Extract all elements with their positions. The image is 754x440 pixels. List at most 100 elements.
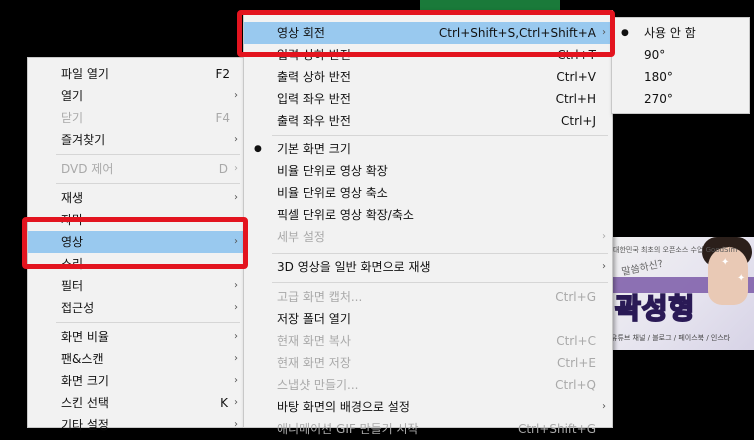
menu-item-shortcut: Ctrl+Shift+G: [517, 422, 596, 436]
menu-item-copy-frame[interactable]: 현재 화면 복사 Ctrl+C: [244, 330, 612, 352]
sparkle-icon: ✦: [721, 257, 730, 268]
menu-item-shortcut: Ctrl+Q: [555, 378, 596, 392]
video-submenu: 영상 회전 Ctrl+Shift+S,Ctrl+Shift+A › 입력 상하 …: [243, 10, 613, 436]
chevron-right-icon: ›: [234, 375, 238, 386]
menu-item-label: 세부 설정: [277, 230, 325, 244]
menu-item-label: 화면 비율: [61, 330, 109, 344]
menu-item-label: 저장 폴더 열기: [277, 312, 351, 326]
menu-item-close[interactable]: 닫기 F4: [28, 107, 244, 129]
background-video-strip: [420, 0, 560, 10]
menu-item-screen-size[interactable]: 화면 크기 ›: [28, 370, 244, 392]
menu-item-shortcut: K: [220, 396, 228, 410]
menu-item-rotation-180[interactable]: 180°: [612, 66, 749, 88]
menu-item-save-frame[interactable]: 현재 화면 저장 Ctrl+E: [244, 352, 612, 374]
chevron-right-icon: ›: [602, 401, 606, 412]
callout-box-rotate: [237, 10, 615, 57]
menu-item-dvd-control[interactable]: DVD 제어 D ›: [28, 158, 244, 180]
menu-item-label: 사용 안 함: [644, 26, 696, 40]
menu-separator: [272, 253, 608, 254]
chevron-right-icon: ›: [234, 419, 238, 430]
menu-item-favorites[interactable]: 즐겨찾기 ›: [28, 129, 244, 151]
menu-separator: [56, 154, 240, 155]
menu-item-other-settings[interactable]: 기타 설정 ›: [28, 414, 244, 436]
menu-item-advanced-capture[interactable]: 고급 화면 캡처... Ctrl+G: [244, 286, 612, 308]
thumbnail-kicker-text: 말씀하신?: [620, 258, 665, 279]
callout-box-video: [22, 217, 248, 269]
menu-item-shortcut: Ctrl+G: [555, 290, 596, 304]
menu-item-shortcut: Ctrl+C: [556, 334, 596, 348]
chevron-right-icon: ›: [234, 280, 238, 291]
menu-item-label: 비율 단위로 영상 확장: [277, 164, 388, 178]
chevron-right-icon: ›: [234, 397, 238, 408]
menu-item-3d-to-2d[interactable]: 3D 영상을 일반 화면으로 재생 ›: [244, 256, 612, 278]
menu-item-label: 팬&스캔: [61, 352, 104, 366]
menu-item-shortcut: Ctrl+J: [561, 114, 596, 128]
menu-item-pan-scan[interactable]: 팬&스캔 ›: [28, 348, 244, 370]
menu-item-label: 바탕 화면의 배경으로 설정: [277, 400, 410, 414]
menu-item-zoom-in-ratio[interactable]: 비율 단위로 영상 확장: [244, 160, 612, 182]
menu-item-set-wallpaper[interactable]: 바탕 화면의 배경으로 설정 ›: [244, 396, 612, 418]
menu-item-shortcut: D: [218, 162, 228, 176]
chevron-right-icon: ›: [234, 353, 238, 364]
menu-item-filter[interactable]: 필터 ›: [28, 275, 244, 297]
menu-item-label: 스킨 선택: [61, 396, 109, 410]
menu-item-label: 픽셀 단위로 영상 확장/축소: [277, 208, 414, 222]
menu-item-label: 스냅샷 만들기...: [277, 378, 359, 392]
menu-item-make-snapshot[interactable]: 스냅샷 만들기... Ctrl+Q: [244, 374, 612, 396]
menu-item-label: 270°: [644, 92, 673, 106]
radio-bullet-icon: ●: [621, 28, 629, 38]
menu-item-label: 즐겨찾기: [61, 133, 106, 147]
menu-item-label: 고급 화면 캡처...: [277, 290, 363, 304]
menu-item-open[interactable]: 열기 ›: [28, 85, 244, 107]
menu-item-skin-select[interactable]: 스킨 선택 K ›: [28, 392, 244, 414]
menu-item-shortcut: F4: [215, 111, 230, 125]
menu-item-label: 애니메이션 GIF 만들기 시작: [277, 422, 419, 436]
menu-item-aspect-ratio[interactable]: 화면 비율 ›: [28, 326, 244, 348]
thumbnail-footer-text: 유튜브 채널 / 블로그 / 페이스북 / 인스타: [611, 334, 731, 342]
menu-item-label: 기본 화면 크기: [277, 142, 351, 156]
menu-separator: [272, 282, 608, 283]
menu-item-playback[interactable]: 재생 ›: [28, 187, 244, 209]
menu-item-label: 필터: [61, 279, 84, 293]
menu-separator: [272, 135, 608, 136]
chevron-right-icon: ›: [234, 192, 238, 203]
menu-item-label: DVD 제어: [61, 162, 114, 176]
menu-item-label: 닫기: [61, 111, 84, 125]
menu-item-label: 비율 단위로 영상 축소: [277, 186, 388, 200]
thumbnail-title-text: 곽성형: [614, 291, 696, 326]
menu-item-label: 기타 설정: [61, 418, 109, 432]
menu-item-detail-settings[interactable]: 세부 설정 ›: [244, 226, 612, 248]
menu-item-rotation-270[interactable]: 270°: [612, 88, 749, 110]
menu-item-label: 출력 상하 반전: [277, 70, 351, 84]
menu-item-default-size[interactable]: ● 기본 화면 크기: [244, 138, 612, 160]
menu-item-label: 접근성: [61, 301, 95, 315]
menu-item-rotation-none[interactable]: ● 사용 안 함: [612, 22, 749, 44]
menu-item-output-flip-horizontal[interactable]: 출력 좌우 반전 Ctrl+J: [244, 110, 612, 132]
menu-item-output-flip-vertical[interactable]: 출력 상하 반전 Ctrl+V: [244, 66, 612, 88]
chevron-right-icon: ›: [602, 261, 606, 272]
menu-separator: [56, 183, 240, 184]
video-thumbnail: 대한민국 최초의 오픈소스 수업 GoodSim 말씀하신? 곽성형 유튜브 채…: [603, 237, 754, 350]
menu-item-open-file[interactable]: 파일 열기 F2: [28, 63, 244, 85]
sparkle-icon: ✦: [737, 273, 746, 284]
menu-item-input-flip-horizontal[interactable]: 입력 좌우 반전 Ctrl+H: [244, 88, 612, 110]
chevron-right-icon: ›: [234, 302, 238, 313]
menu-item-label: 출력 좌우 반전: [277, 114, 351, 128]
menu-item-pixel-zoom[interactable]: 픽셀 단위로 영상 확장/축소: [244, 204, 612, 226]
menu-item-label: 3D 영상을 일반 화면으로 재생: [277, 260, 431, 274]
radio-bullet-icon: ●: [254, 144, 262, 154]
chevron-right-icon: ›: [234, 90, 238, 101]
menu-item-start-gif[interactable]: 애니메이션 GIF 만들기 시작 Ctrl+Shift+G: [244, 418, 612, 440]
menu-item-label: 화면 크기: [61, 374, 109, 388]
menu-item-label: 현재 화면 저장: [277, 356, 351, 370]
menu-item-accessibility[interactable]: 접근성 ›: [28, 297, 244, 319]
rotation-submenu: ● 사용 안 함 90° 180° 270°: [611, 17, 750, 114]
menu-item-label: 열기: [61, 89, 84, 103]
chevron-right-icon: ›: [234, 331, 238, 342]
menu-item-rotation-90[interactable]: 90°: [612, 44, 749, 66]
menu-item-label: 90°: [644, 48, 666, 62]
menu-item-open-save-folder[interactable]: 저장 폴더 열기: [244, 308, 612, 330]
menu-item-zoom-out-ratio[interactable]: 비율 단위로 영상 축소: [244, 182, 612, 204]
thumbnail-header-text: 대한민국 최초의 오픈소스 수업 GoodSim: [613, 246, 738, 254]
menu-item-shortcut: Ctrl+V: [556, 70, 596, 84]
